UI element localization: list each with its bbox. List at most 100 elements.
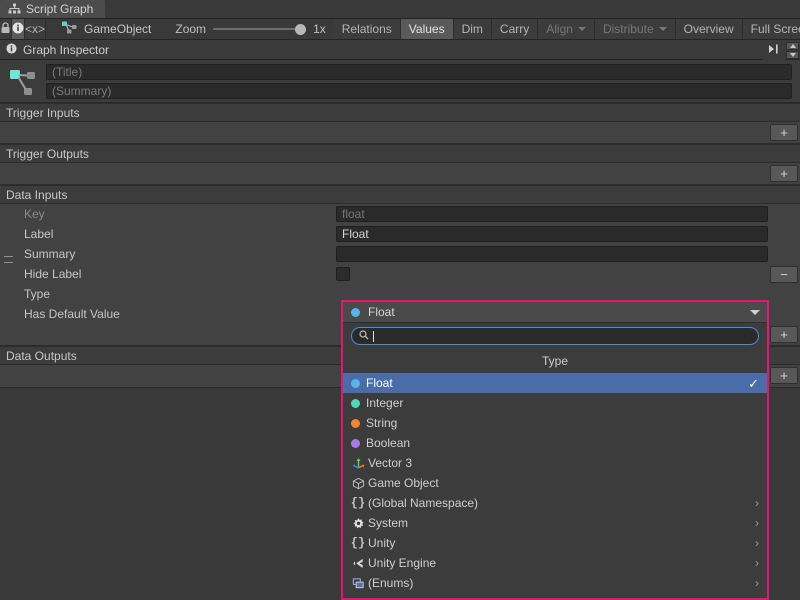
type-dropdown-popup: Float Type Float ✓ I <box>341 300 769 600</box>
unity-icon <box>351 556 365 570</box>
type-option-boolean[interactable]: Boolean <box>343 433 767 453</box>
row-label-label: Label <box>0 227 336 241</box>
zoom-label: Zoom <box>175 22 206 36</box>
zoom-value: 1x <box>313 22 326 36</box>
type-search-row <box>343 323 767 349</box>
cube-icon <box>351 476 365 490</box>
zoom-slider[interactable] <box>213 22 306 36</box>
submenu-arrow-icon: › <box>755 497 759 509</box>
values-button[interactable]: Values <box>401 19 454 39</box>
option-label: System <box>368 516 408 530</box>
key-input[interactable]: float <box>336 206 768 222</box>
integer-type-dot-icon <box>351 399 360 408</box>
type-option-unity-engine[interactable]: Unity Engine › <box>343 553 767 573</box>
zoom-slider-knob[interactable] <box>295 24 306 35</box>
full-screen-button[interactable]: Full Screen <box>743 19 800 39</box>
section-header-data-inputs: Data Inputs <box>0 185 800 204</box>
tab-script-graph[interactable]: Script Graph <box>0 0 105 18</box>
graph-title-input[interactable]: (Title) <box>46 64 792 80</box>
data-input-row-summary: Summary <box>0 244 800 264</box>
label-input[interactable]: Float <box>336 226 768 242</box>
graph-inspector-header: Graph Inspector <box>0 40 800 60</box>
graph-node-icon <box>62 21 77 37</box>
row-label-key: Key <box>0 207 336 221</box>
graph-inspector-title: Graph Inspector <box>23 43 109 57</box>
dim-button[interactable]: Dim <box>454 19 492 39</box>
option-label: Unity Engine <box>368 556 436 570</box>
boolean-type-dot-icon <box>351 439 360 448</box>
add-data-input-button[interactable]: + <box>770 326 798 343</box>
type-dropdown-trigger[interactable]: Float <box>343 302 767 323</box>
option-label: Integer <box>366 396 403 410</box>
type-option-global-namespace[interactable]: {} (Global Namespace) › <box>343 493 767 513</box>
zoom-control[interactable]: Zoom 1x <box>161 19 333 39</box>
option-label: String <box>366 416 397 430</box>
submenu-arrow-icon: › <box>755 517 759 529</box>
add-data-output-button[interactable]: + <box>770 367 798 384</box>
chevron-down-icon <box>659 27 667 31</box>
section-header-trigger-inputs: Trigger Inputs <box>0 103 800 122</box>
section-body-trigger-outputs: + <box>0 163 800 185</box>
type-option-system[interactable]: System › <box>343 513 767 533</box>
relations-button[interactable]: Relations <box>334 19 401 39</box>
float-type-dot-icon <box>351 379 360 388</box>
align-label: Align <box>546 22 573 36</box>
option-label: Boolean <box>366 436 410 450</box>
vector3-icon <box>351 456 365 470</box>
code-button[interactable]: <x> <box>25 19 46 39</box>
summary-input[interactable] <box>336 246 768 262</box>
type-option-enums[interactable]: (Enums) › <box>343 573 767 593</box>
data-input-drag-handle[interactable] <box>4 256 13 263</box>
option-label: (Enums) <box>368 576 413 590</box>
distribute-dropdown[interactable]: Distribute <box>595 19 676 39</box>
graph-title-fields: (Title) (Summary) <box>46 64 792 99</box>
type-search-input[interactable] <box>351 327 759 345</box>
submenu-arrow-icon: › <box>755 537 759 549</box>
type-option-unity[interactable]: {} Unity › <box>343 533 767 553</box>
row-label-hide-label: Hide Label <box>0 267 336 281</box>
chevron-down-icon <box>750 310 760 315</box>
submenu-arrow-icon: › <box>755 577 759 589</box>
data-input-row-key: Key float <box>0 204 800 224</box>
remove-data-input-button[interactable]: − <box>770 266 798 283</box>
chevron-down-icon <box>578 27 586 31</box>
option-label: Float <box>366 376 393 390</box>
graph-inspector-header-controls <box>763 40 800 60</box>
option-label: Vector 3 <box>368 456 412 470</box>
collapse-panel-button[interactable] <box>763 40 785 60</box>
graph-object-selector[interactable]: GameObject <box>46 19 161 39</box>
type-option-integer[interactable]: Integer <box>343 393 767 413</box>
overview-button[interactable]: Overview <box>676 19 743 39</box>
scroll-stepper[interactable] <box>785 40 800 60</box>
carry-button[interactable]: Carry <box>492 19 538 39</box>
type-option-float[interactable]: Float ✓ <box>343 373 767 393</box>
scroll-down-button[interactable] <box>786 51 799 59</box>
scroll-up-button[interactable] <box>786 42 799 50</box>
type-option-game-object[interactable]: Game Object <box>343 473 767 493</box>
string-type-dot-icon <box>351 419 360 428</box>
tab-bar: Script Graph <box>0 0 800 19</box>
gear-icon <box>351 516 365 530</box>
add-trigger-output-button[interactable]: + <box>770 165 798 182</box>
graph-inspector-title-group: Graph Inspector <box>0 43 109 57</box>
type-list-title: Type <box>343 349 767 373</box>
info-icon <box>6 43 17 57</box>
lock-button[interactable] <box>0 19 12 39</box>
data-input-row-hide-label: Hide Label − <box>0 264 800 284</box>
main-toolbar: <x> GameObject Zoom 1x Relations Value <box>0 19 800 40</box>
graph-summary-input[interactable]: (Summary) <box>46 83 792 99</box>
zoom-slider-track <box>213 28 306 30</box>
script-graph-window: Script Graph <x> <box>0 0 800 600</box>
graph-object-label: GameObject <box>84 22 151 36</box>
add-trigger-input-button[interactable]: + <box>770 124 798 141</box>
section-header-trigger-outputs: Trigger Outputs <box>0 144 800 163</box>
distribute-label: Distribute <box>603 22 654 36</box>
option-label: (Global Namespace) <box>368 496 478 510</box>
float-type-dot-icon <box>351 308 360 317</box>
info-button[interactable] <box>12 19 25 39</box>
hide-label-checkbox[interactable] <box>336 267 350 281</box>
type-option-vector-3[interactable]: Vector 3 <box>343 453 767 473</box>
enum-icon <box>351 576 365 590</box>
type-option-string[interactable]: String <box>343 413 767 433</box>
align-dropdown[interactable]: Align <box>538 19 595 39</box>
